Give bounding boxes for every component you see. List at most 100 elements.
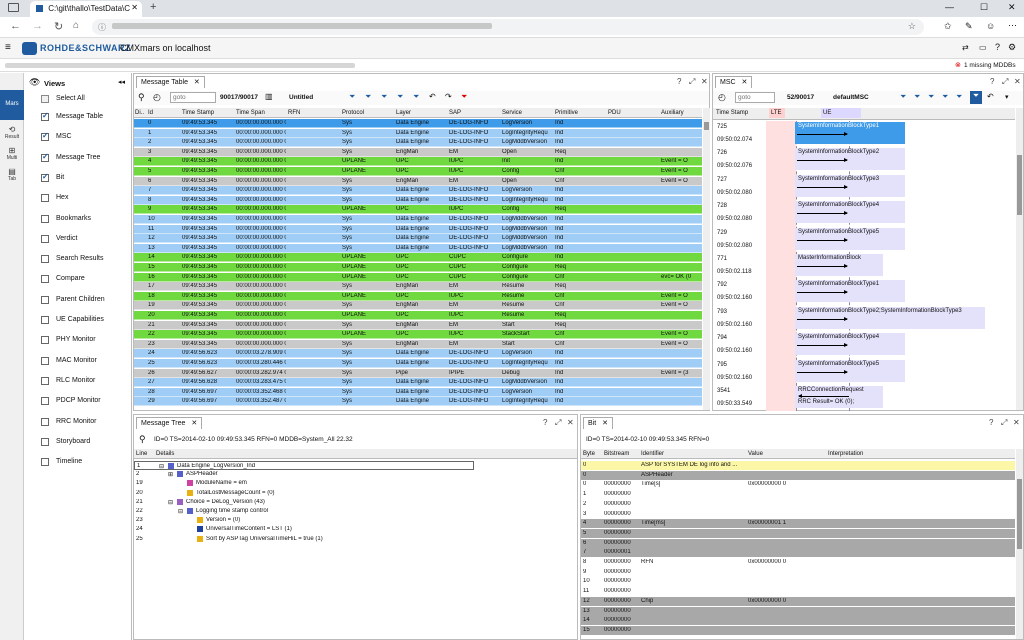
bit-col-0[interactable]: Byte xyxy=(583,451,595,457)
bit-row[interactable]: 14 00000000 xyxy=(581,616,1015,626)
tree-row[interactable]: 21 ⊟ Choice = DeLog_Version (43) xyxy=(134,498,577,507)
tree-row[interactable]: 22 ⊟ Logging time stamp control xyxy=(134,507,577,516)
table-row[interactable]: 6 09:49:53.345 00:00:00.000.000 0 Sys EngMan… xyxy=(134,176,702,186)
tab-message-table[interactable]: Message Table ✕ xyxy=(136,76,205,88)
msc-message[interactable]: 794 09:50:02.160 SystemInformationBlockTyp… xyxy=(713,333,1015,359)
table-row[interactable]: 24 09:49:56.623 00:00:03.278.909 0 Sys Data … xyxy=(134,349,702,359)
rail-mars-button[interactable]: Mars xyxy=(0,90,24,120)
checkbox-box[interactable] xyxy=(41,275,49,284)
table-row[interactable]: 2 09:49:53.345 00:00:00.000.000 0 Sys Data E… xyxy=(134,138,702,148)
filter-options-icon[interactable]: ⏷ xyxy=(413,92,419,102)
undo-icon[interactable]: ↶ xyxy=(987,92,994,101)
extensions-icon[interactable]: ✎ xyxy=(965,21,973,32)
help-icon[interactable]: ? xyxy=(989,418,993,427)
tab-close-icon[interactable]: ✕ xyxy=(191,420,197,427)
bit-row[interactable]: 9 00000000 xyxy=(581,567,1015,577)
msc-message[interactable]: 728 09:50:02.080 SystemInformationBlockTyp… xyxy=(713,201,1015,227)
dropdown-icon[interactable]: ▾ xyxy=(1005,93,1009,101)
msc-message[interactable]: 792 09:50:02.160 SystemInformationBlockTyp… xyxy=(713,280,1015,306)
bit-row[interactable]: 1 00000000 xyxy=(581,490,1015,500)
tree-row[interactable]: 1 ⊟ Data Engine_LogVersion_Ind xyxy=(134,461,474,470)
message-table-scrollbar[interactable] xyxy=(703,108,710,410)
bit-row[interactable]: 0 ASPHeader xyxy=(581,470,1015,480)
filter-marker-icon[interactable]: ⏷ xyxy=(942,92,948,102)
table-row[interactable]: 29 09:49:56.697 00:00:03.352.487 0 Sys Data … xyxy=(134,397,702,407)
msc-message[interactable]: 729 09:50:02.080 SystemInformationBlockTyp… xyxy=(713,227,1015,254)
bit-col-3[interactable]: Value xyxy=(748,451,763,457)
table-row[interactable]: 27 09:49:56.628 00:00:03.283.475 0 Sys Data … xyxy=(134,378,702,388)
bit-row[interactable]: 0 ASP for SYSTEM DE log info and ... xyxy=(581,461,1015,470)
table-row[interactable]: 22 09:49:53.345 00:00:00.000.000 0 UPLANE UP… xyxy=(134,330,702,340)
msc-message[interactable]: 771 09:50:02.118 MasterInformationBlock xyxy=(713,254,1015,280)
bit-row[interactable]: 0 00000000 Time[s] 0x00000000 0 xyxy=(581,480,1015,490)
bit-row[interactable]: 15 00000000 xyxy=(581,625,1015,635)
table-row[interactable]: 25 09:49:56.623 00:00:03.280.446 0 Sys Data … xyxy=(134,359,702,368)
table-row[interactable]: 11 09:49:53.345 00:00:00.000.000 0 Sys Data … xyxy=(134,224,702,234)
table-row[interactable]: 3 09:49:53.345 00:00:00.000.000 0 Sys EngMan… xyxy=(134,147,702,157)
mt-col-5[interactable]: Protocol xyxy=(342,110,364,116)
checkbox-box[interactable] xyxy=(41,255,49,264)
table-row[interactable]: 12 09:49:53.345 00:00:00.000.000 0 Sys Data … xyxy=(134,234,702,244)
table-row[interactable]: 21 09:49:53.345 00:00:00.000.000 0 Sys EngMa… xyxy=(134,320,702,330)
expand-icon[interactable]: ⤢ xyxy=(555,418,561,428)
rail-tab-button[interactable]: ▤ Tab xyxy=(0,167,24,185)
filter-add-icon[interactable]: ⏷ xyxy=(365,92,371,102)
rail-result-button[interactable]: ⟲ Result xyxy=(0,125,24,143)
help-icon[interactable]: ? xyxy=(995,42,1000,52)
checkbox-box[interactable] xyxy=(41,111,49,121)
checkbox-box[interactable] xyxy=(41,152,49,162)
profile-icon[interactable]: ☺ xyxy=(986,21,995,31)
mt-col-3[interactable]: Time Span xyxy=(236,110,265,116)
checkbox-box[interactable] xyxy=(41,397,49,406)
table-row[interactable]: 14 09:49:53.345 00:00:00.000.000 0 UPLANE UP… xyxy=(134,253,702,263)
filter-edit-icon[interactable]: ⏷ xyxy=(928,92,934,102)
checkbox-box[interactable] xyxy=(41,356,49,365)
tab-close-icon[interactable]: ✕ xyxy=(742,79,748,86)
mt-col-0[interactable]: Di.. xyxy=(135,110,144,116)
table-row[interactable]: 18 09:49:53.345 00:00:00.000.000 0 UPLANE UP… xyxy=(134,291,702,301)
bit-row[interactable]: 3 00000000 xyxy=(581,509,1015,519)
scroll-thumb[interactable] xyxy=(1017,155,1022,215)
table-row[interactable]: 9 09:49:53.345 00:00:00.000.000 0 UPLANE UPC… xyxy=(134,205,702,215)
table-row[interactable]: 23 09:49:53.345 00:00:00.000.000 0 Sys EngMa… xyxy=(134,339,702,349)
favorites-icon[interactable]: ✩ xyxy=(944,21,952,32)
undo-icon[interactable]: ↶ xyxy=(429,92,436,101)
checkbox-box[interactable] xyxy=(41,131,49,142)
tree-row[interactable]: 24 UniversalTimeContent = LST (1) xyxy=(134,525,577,534)
home-icon[interactable]: ⌂ xyxy=(73,20,79,31)
expand-icon[interactable]: ⤢ xyxy=(689,77,695,87)
table-row[interactable]: 16 09:49:53.345 00:00:00.000.000 0 UPLANE UP… xyxy=(134,272,702,282)
help-icon[interactable]: ? xyxy=(543,418,547,427)
tab-close-icon[interactable]: ✕ xyxy=(602,420,608,427)
msc-goto-input[interactable] xyxy=(735,92,775,103)
help-icon[interactable]: ? xyxy=(990,77,994,86)
checkbox-box[interactable] xyxy=(41,376,49,385)
checkbox-box[interactable] xyxy=(41,234,49,243)
clock-icon[interactable]: ◴ xyxy=(153,92,161,103)
tree-expander-icon[interactable]: ⊟ xyxy=(168,499,173,506)
reload-icon[interactable]: ↻ xyxy=(54,20,63,33)
goto-input[interactable] xyxy=(170,92,216,103)
filter-icon[interactable]: ⏷ xyxy=(900,92,906,102)
expand-icon[interactable]: ⤢ xyxy=(1001,418,1007,428)
scroll-thumb[interactable] xyxy=(1017,479,1022,549)
minimize-icon[interactable]: — xyxy=(945,2,954,12)
hamburger-menu-icon[interactable]: ≡ xyxy=(5,42,11,53)
tree-row[interactable]: 23 Version = (0) xyxy=(134,516,577,525)
tab-close-icon[interactable]: ✕ xyxy=(131,3,138,12)
table-row[interactable]: 26 09:49:56.627 00:00:03.282.974 0 Sys Pipe I… xyxy=(134,368,702,378)
bit-row[interactable]: 6 00000000 xyxy=(581,538,1015,548)
checkbox-box[interactable] xyxy=(41,316,49,324)
bit-row[interactable]: 13 00000000 xyxy=(581,606,1015,616)
checkbox-box[interactable] xyxy=(41,336,49,345)
checkbox-box[interactable] xyxy=(41,295,49,304)
checkbox-box[interactable] xyxy=(41,194,49,203)
tree-row[interactable]: 20 TotalLostMessageCount = (0) xyxy=(134,489,577,498)
bit-scrollbar[interactable] xyxy=(1016,449,1023,639)
table-row[interactable]: 4 09:49:53.345 00:00:00.000.000 0 UPLANE UPC… xyxy=(134,157,702,167)
filter-marker-icon[interactable]: ⏷ xyxy=(397,92,403,102)
tab-message-tree[interactable]: Message Tree ✕ xyxy=(136,417,203,429)
msc-message[interactable]: 727 09:50:02.080 SystemInformationBlockTyp… xyxy=(713,174,1015,201)
msc-message[interactable]: 3541 09:50:33.549 RRCConnectionRequest RRC … xyxy=(713,386,1015,412)
tab-bit[interactable]: Bit ✕ xyxy=(583,417,613,429)
